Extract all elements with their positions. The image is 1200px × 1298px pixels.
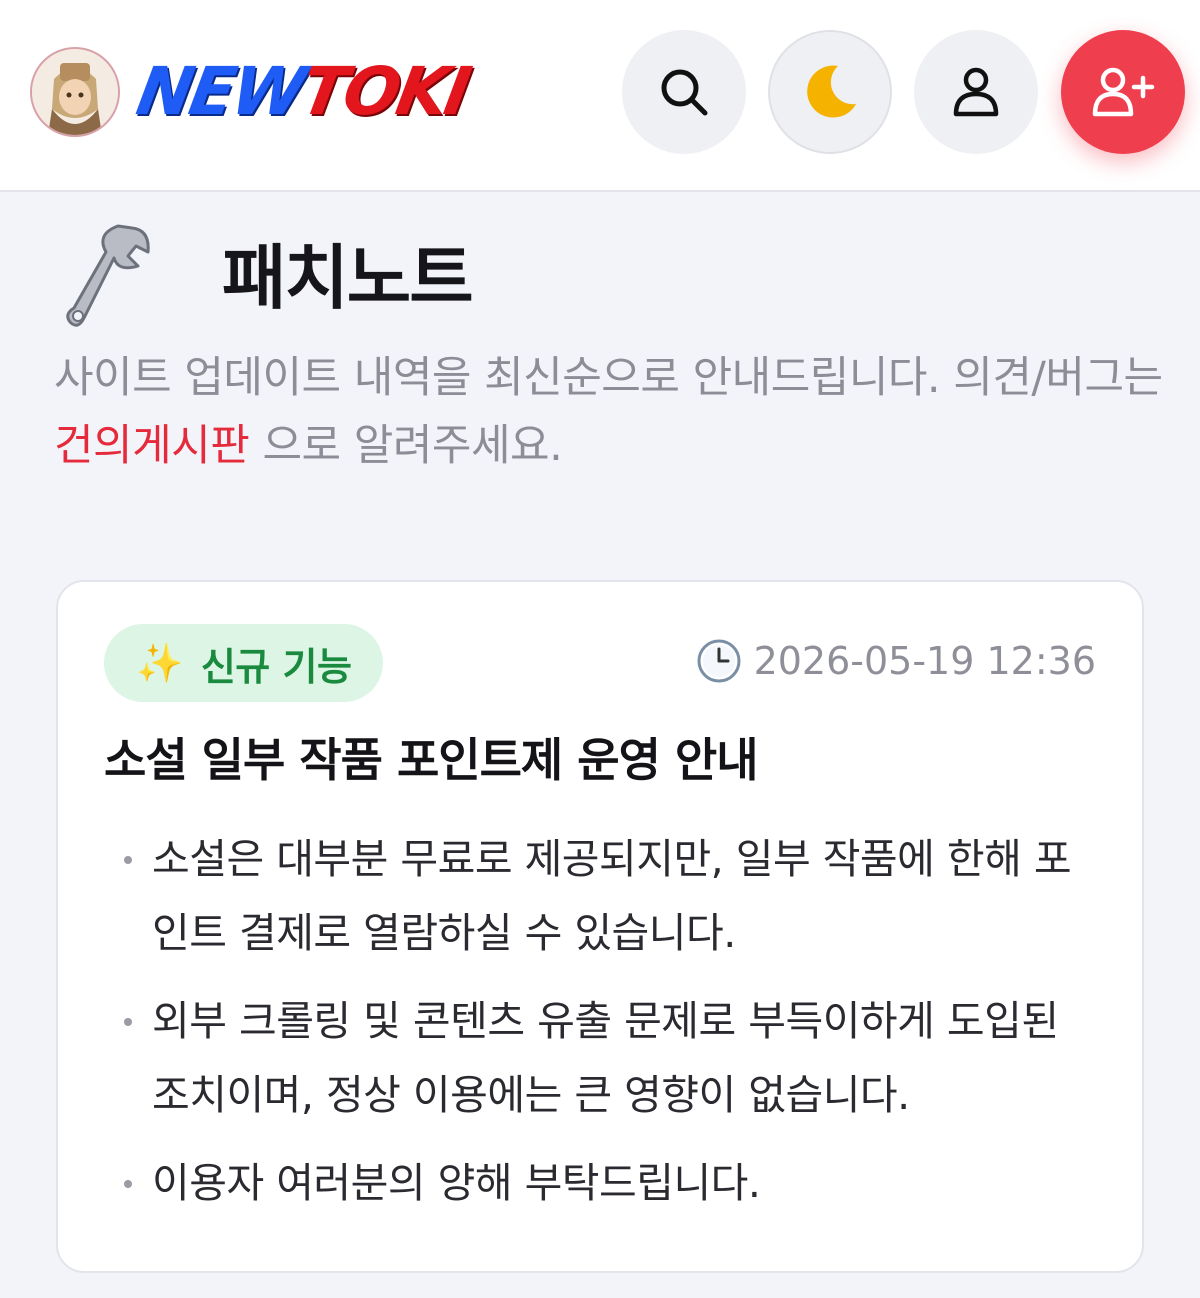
post-title: 소설 일부 작품 포인트제 운영 안내 [104,733,759,787]
list-item: 소설은 대부분 무료로 제공되지만, 일부 작품에 한해 포인트 결제로 열람하… [120,822,1100,970]
post-body-list: 소설은 대부분 무료로 제공되지만, 일부 작품에 한해 포인트 결제로 열람하… [120,822,1100,1234]
page-header: 패치노트 [60,218,1160,338]
list-item: 이용자 여러분의 양해 부탁드립니다. [120,1146,1100,1220]
list-item: 외부 크롤링 및 콘텐츠 유출 문제로 부득이하게 도입된 조치이며, 정상 이… [120,984,1100,1132]
site-logo[interactable]: NEWTOKI [131,52,474,132]
search-button[interactable] [622,30,746,154]
timestamp-text: 2026-05-19 12:36 [753,639,1096,683]
search-icon [661,69,708,116]
site-avatar-logo[interactable] [30,47,120,137]
site-header: NEWTOKI [0,0,1200,192]
patch-note-card: ✨ 신규 기능 2026-05-19 12:36 소설 일부 작품 포인트제 운… [56,580,1144,1273]
suggestion-board-link[interactable]: 건의게시판 [54,421,250,471]
description-text: 사이트 업데이트 내역을 최신순으로 안내드립니다. 의견/버그는 [54,353,1163,403]
logo-text-toki: TOKI [295,53,474,130]
sparkles-icon: ✨ [136,640,183,685]
page-description: 사이트 업데이트 내역을 최신순으로 안내드립니다. 의견/버그는 건의게시판 … [54,344,1164,480]
clock-icon [697,639,741,683]
user-icon [953,67,999,117]
badge-label: 신규 기능 [200,644,352,689]
moon-icon [807,65,856,118]
wrench-icon [66,222,156,336]
category-badge: ✨ 신규 기능 [104,624,384,702]
signup-button[interactable] [1061,30,1185,154]
description-text-end: 으로 알려주세요. [249,421,563,471]
page-title: 패치노트 [222,237,474,319]
character-avatar-image [32,49,118,135]
login-button[interactable] [914,30,1038,154]
theme-toggle-button[interactable] [768,30,892,154]
user-plus-icon [1092,67,1155,117]
post-timestamp: 2026-05-19 12:36 [696,638,1096,684]
logo-text-new: NEW [131,53,310,130]
